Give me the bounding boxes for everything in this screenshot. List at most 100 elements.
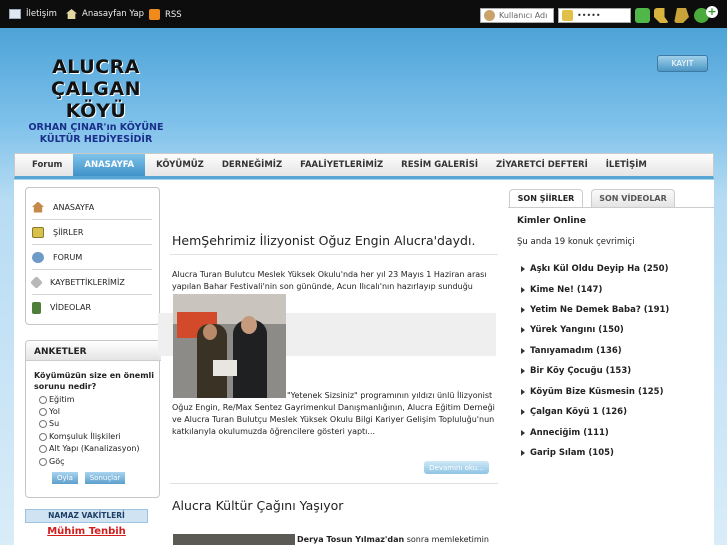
nav-village[interactable]: KÖYÜMÜZ (147, 154, 213, 176)
poem-link[interactable]: Kime Ne! (147) (521, 285, 602, 295)
photo-plaque (213, 360, 237, 376)
menu-item-forum[interactable]: FORUM (32, 245, 152, 270)
poem-title: Çalgan Köyü 1 (530, 407, 599, 417)
article-title[interactable]: Alucra Kültür Çağını Yaşıyor (172, 498, 343, 513)
poem-count: (105) (588, 448, 614, 458)
poll-question: Köyümüzün size en önemli sorunu nedir? (34, 371, 155, 391)
poll-option-label: Göç (49, 457, 65, 466)
rss-icon (149, 9, 160, 20)
menu-item-lost-ones[interactable]: KAYBETTİKLERİMİZ (30, 270, 152, 295)
poll-option-road[interactable]: Yol (39, 407, 60, 416)
username-placeholder: Kullanıcı Adı (499, 11, 548, 20)
poem-link[interactable]: Yetim Ne Demek Baba? (191) (521, 305, 669, 315)
poem-link[interactable]: Garip Sılam (105) (521, 448, 614, 458)
arrow-icon (521, 326, 525, 333)
menu-item-label: FORUM (53, 252, 83, 262)
menu-item-videos[interactable]: VİDEOLAR (32, 295, 152, 320)
article-title[interactable]: HemŞehrimiz İlizyonist Oğuz Engin Alucra… (172, 233, 475, 248)
article-intro: Derya Tosun Yılmaz'dan sonra memleketimi… (297, 534, 497, 545)
main-nav: Forum ANASAYFA KÖYÜMÜZ DERNEĞİMİZ FAALİY… (14, 153, 714, 179)
rss-label: RSS (165, 9, 182, 20)
set-homepage-link[interactable]: Anasayfan Yap (66, 9, 144, 19)
nav-guestbook[interactable]: ZİYARETCİ DEFTERİ (487, 154, 597, 176)
register-button[interactable]: KAYIT (657, 55, 708, 72)
arrow-icon (521, 347, 525, 354)
left-menu: ANASAYFA ŞİİRLER FORUM KAYBETTİKLERİMİZ … (25, 187, 160, 325)
nav-gallery[interactable]: RESİM GALERİSİ (392, 154, 487, 176)
radio-icon (39, 457, 47, 466)
radio-icon (39, 432, 47, 441)
menu-item-poems[interactable]: ŞİİRLER (32, 220, 152, 245)
poll-option-label: Yol (49, 407, 60, 416)
poem-count: (126) (601, 407, 627, 417)
divider (170, 254, 498, 255)
poll-option-water[interactable]: Su (39, 419, 59, 428)
poem-title: Garip Sılam (530, 448, 586, 458)
tab-latest-poems[interactable]: SON ŞİİRLER (509, 189, 583, 207)
results-button[interactable]: Sonuçlar (85, 472, 125, 484)
poll-option-education[interactable]: Eğitim (39, 395, 75, 404)
tab-latest-videos[interactable]: SON VİDEOLAR (591, 189, 675, 207)
poem-link[interactable]: Yürek Yangını (150) (521, 325, 624, 335)
nav-association[interactable]: DERNEĞİMİZ (213, 154, 291, 176)
poll-option-migration[interactable]: Göç (39, 457, 65, 466)
poem-title: Bir Köy Çocuğu (530, 366, 603, 376)
arrow-icon (521, 388, 525, 395)
poll-title: ANKETLER (26, 341, 161, 361)
poem-link[interactable]: Köyüm Bize Küsmesin (125) (521, 387, 663, 397)
online-count: Şu anda 19 konuk çevrimiçi (517, 237, 635, 247)
vote-button[interactable]: Oyla (52, 472, 78, 484)
radio-icon (39, 419, 47, 428)
poem-link[interactable]: Aşkı Kül Oldu Deyip Ha (250) (521, 264, 668, 274)
divider (508, 207, 714, 208)
photo-face (203, 324, 217, 340)
article-intro-text: sonra memleketimin (404, 535, 489, 544)
menu-item-label: KAYBETTİKLERİMİZ (50, 277, 125, 287)
poem-link[interactable]: Tanıyamadım (136) (521, 346, 622, 356)
menu-item-home[interactable]: ANASAYFA (32, 195, 152, 220)
nav-contact[interactable]: İLETİŞİM (597, 154, 656, 176)
forgot-password-icon[interactable] (654, 8, 669, 23)
read-more-button[interactable]: Devamını oku... (424, 461, 489, 474)
password-input[interactable]: ••••• (558, 8, 631, 23)
nav-activities[interactable]: FAALİYETLERİMİZ (291, 154, 392, 176)
mail-icon (9, 9, 21, 19)
poem-count: (111) (583, 428, 609, 438)
password-mask: ••••• (577, 11, 601, 20)
contact-link-label: İletişim (26, 9, 57, 19)
rss-link[interactable]: RSS (149, 9, 182, 20)
article-photo[interactable] (173, 534, 295, 545)
poem-link[interactable]: Anneciğim (111) (521, 428, 609, 438)
poll-option-label: Alt Yapı (Kanalizasyon) (49, 444, 140, 453)
arrow-icon (521, 449, 525, 456)
menu-item-label: VİDEOLAR (50, 303, 92, 312)
poll-option-infrastructure[interactable]: Alt Yapı (Kanalizasyon) (39, 444, 140, 453)
contact-link[interactable]: İletişim (9, 9, 57, 19)
poem-link[interactable]: Bir Köy Çocuğu (153) (521, 366, 631, 376)
poem-count: (147) (576, 285, 603, 295)
nav-home[interactable]: ANASAYFA (73, 154, 146, 176)
radio-icon (39, 444, 47, 453)
poem-count: (136) (596, 346, 622, 356)
menu-item-label: ŞİİRLER (53, 227, 84, 237)
nav-forum[interactable]: Forum (15, 154, 71, 176)
poem-link[interactable]: Çalgan Köyü 1 (126) (521, 407, 627, 417)
photo-face (241, 316, 257, 334)
poem-count: (191) (643, 305, 670, 315)
site-logo[interactable]: ALUCRA ÇALGAN KÖYÜ ORHAN ÇINAR'ın KÖYÜNE… (26, 56, 166, 146)
poem-title: Aşkı Kül Oldu Deyip Ha (530, 264, 640, 274)
forgot-username-icon[interactable] (674, 8, 689, 23)
username-input[interactable]: Kullanıcı Adı (480, 8, 554, 23)
arrow-icon (521, 286, 525, 293)
film-icon (32, 301, 41, 314)
user-icon (484, 10, 495, 21)
top-bar: İletişim Anasayfan Yap RSS Kullanıcı Adı… (0, 0, 727, 28)
poll-option-neighborhood[interactable]: Komşuluk İlişkileri (39, 432, 121, 441)
important-notice-link[interactable]: Mühim Tenbih (25, 526, 148, 537)
logo-line-3: ORHAN ÇINAR'ın KÖYÜNE (28, 122, 164, 133)
lock-icon[interactable] (635, 8, 650, 23)
poem-title: Anneciğim (530, 428, 581, 438)
article-intro: Alucra Turan Bulutcu Meslek Yüksek Okulu… (172, 270, 487, 291)
article-photo[interactable] (173, 294, 286, 398)
poem-count: (153) (605, 366, 632, 376)
